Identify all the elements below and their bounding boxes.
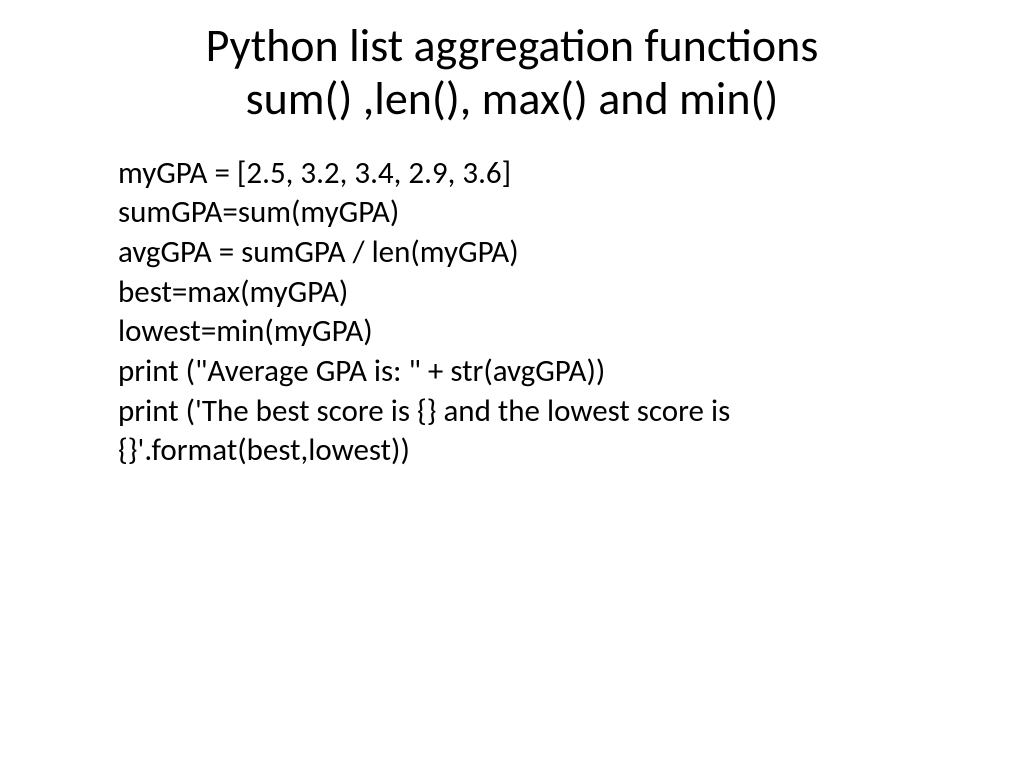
- code-line-5: lowest=min(myGPA): [118, 312, 924, 352]
- title-line-1: Python list aggregation functions: [206, 18, 819, 74]
- code-line-3: avgGPA = sumGPA / len(myGPA): [118, 233, 924, 273]
- code-line-2: sumGPA=sum(myGPA): [118, 193, 924, 233]
- code-line-7: print ('The best score is {} and the low…: [118, 392, 924, 471]
- slide-content: myGPA = [2.5, 3.2, 3.4, 2.9, 3.6] sumGPA…: [60, 154, 964, 471]
- slide: Python list aggregation functions sum() …: [0, 0, 1024, 768]
- code-line-1: myGPA = [2.5, 3.2, 3.4, 2.9, 3.6]: [118, 154, 924, 194]
- code-line-4: best=max(myGPA): [118, 273, 924, 313]
- slide-title: Python list aggregation functions sum() …: [60, 20, 964, 126]
- title-line-2: sum() ,len(), max() and min(): [246, 71, 779, 127]
- code-line-6: print ("Average GPA is: " + str(avgGPA)): [118, 352, 924, 392]
